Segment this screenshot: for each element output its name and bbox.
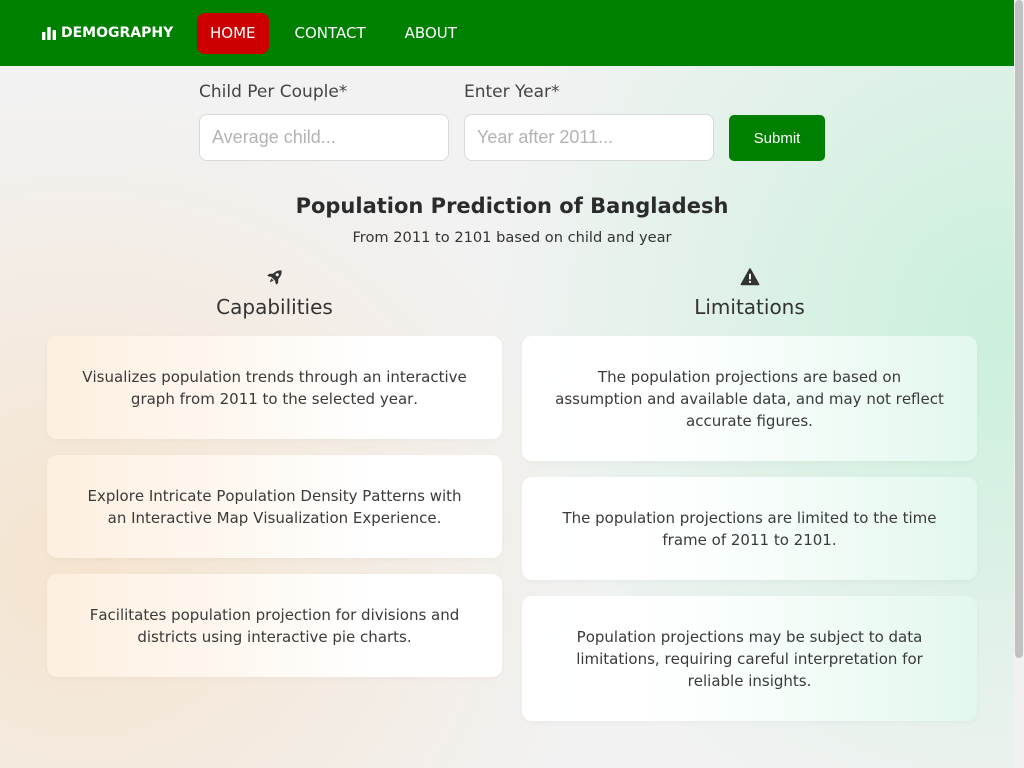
capability-text: Facilitates population projection for di… xyxy=(89,606,460,646)
capability-card: Facilitates population projection for di… xyxy=(47,574,502,677)
nav-item-home[interactable]: HOME xyxy=(197,12,269,54)
rocket-icon xyxy=(265,267,285,287)
limitations-section: Limitations The population projections a… xyxy=(522,267,977,721)
capability-text: Explore Intricate Population Density Pat… xyxy=(87,487,462,527)
limitation-card: Population projections may be subject to… xyxy=(522,596,977,721)
brand-link[interactable]: DEMOGRAPHY xyxy=(42,0,173,66)
limitation-card: The population projections are limited t… xyxy=(522,477,977,580)
page-subtitle: From 2011 to 2101 based on child and yea… xyxy=(352,229,672,246)
child-per-couple-label: Child Per Couple* xyxy=(199,82,348,102)
limitation-text: Population projections may be subject to… xyxy=(576,628,923,690)
brand-name: DEMOGRAPHY xyxy=(61,25,174,41)
capability-card: Visualizes population trends through an … xyxy=(47,336,502,439)
prediction-form: Child Per Couple* Enter Year* Submit xyxy=(199,82,825,161)
capabilities-list: Visualizes population trends through an … xyxy=(47,336,502,677)
capability-text: Visualizes population trends through an … xyxy=(82,368,467,408)
limitation-text: The population projections are based on … xyxy=(555,368,944,430)
limitations-list: The population projections are based on … xyxy=(522,336,977,721)
bar-chart-icon xyxy=(42,26,56,40)
nav-item-about[interactable]: ABOUT xyxy=(392,13,470,54)
warning-icon xyxy=(740,267,760,287)
nav-menu: HOME CONTACT ABOUT xyxy=(197,12,470,54)
child-per-couple-input[interactable] xyxy=(199,114,449,161)
capabilities-section: Capabilities Visualizes population trend… xyxy=(47,267,502,677)
year-field: Enter Year* xyxy=(464,82,714,161)
limitation-text: The population projections are limited t… xyxy=(562,509,937,549)
child-per-couple-field: Child Per Couple* xyxy=(199,82,449,161)
year-label: Enter Year* xyxy=(464,82,560,102)
limitations-heading: Limitations xyxy=(694,295,805,319)
scrollbar-thumb[interactable] xyxy=(1015,0,1023,658)
capability-card: Explore Intricate Population Density Pat… xyxy=(47,455,502,558)
page-title: Population Prediction of Bangladesh xyxy=(295,194,729,218)
limitation-card: The population projections are based on … xyxy=(522,336,977,461)
nav-item-contact[interactable]: CONTACT xyxy=(282,13,379,54)
submit-button[interactable]: Submit xyxy=(729,115,825,161)
capabilities-heading: Capabilities xyxy=(216,295,333,319)
top-navbar: DEMOGRAPHY HOME CONTACT ABOUT xyxy=(0,0,1014,66)
vertical-scrollbar[interactable] xyxy=(1014,0,1024,768)
year-input[interactable] xyxy=(464,114,714,161)
